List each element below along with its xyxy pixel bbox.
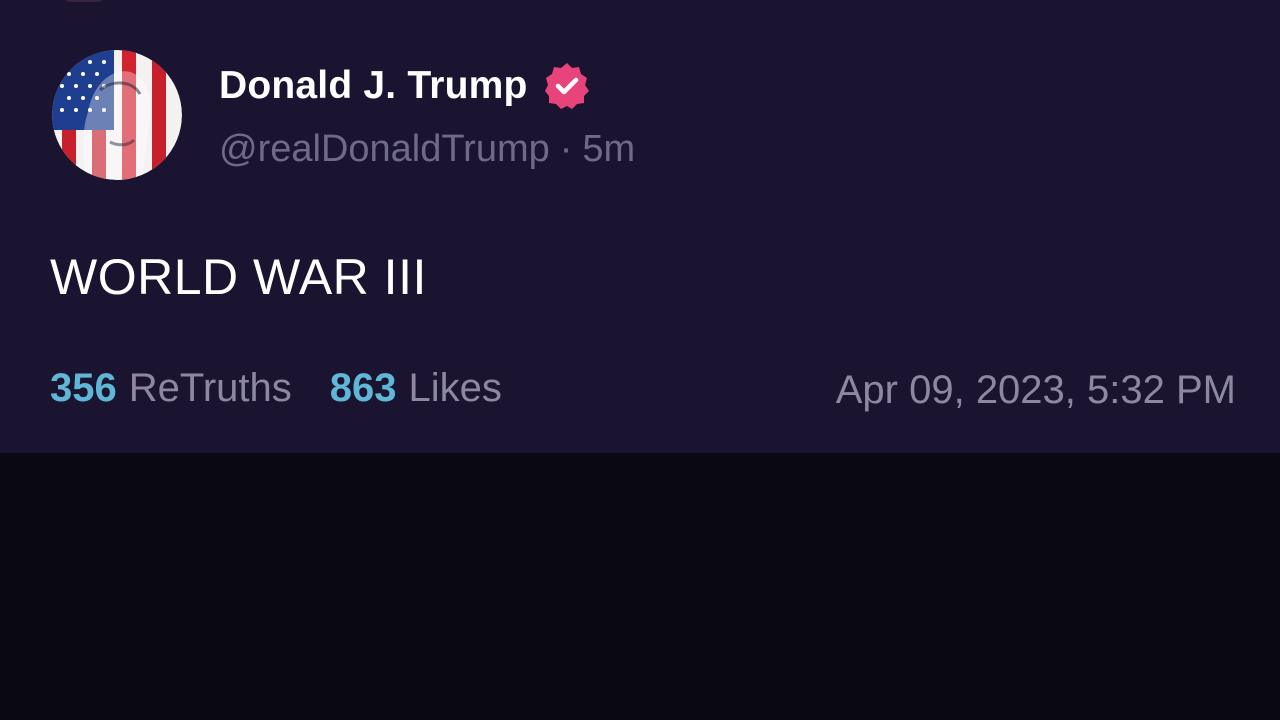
avatar[interactable] — [52, 50, 182, 180]
avatar-flag-portrait-icon — [52, 50, 182, 180]
retruths-count: 356 — [50, 366, 117, 410]
engagement-stats: 356 ReTruths 863 Likes — [50, 366, 502, 411]
name-row: Donald J. Trump — [219, 60, 635, 112]
post-header: Donald J. Trump @realDonaldTrump · 5m — [219, 60, 635, 171]
likes-count: 863 — [329, 366, 397, 410]
post-timestamp: Apr 09, 2023, 5:32 PM — [835, 368, 1236, 412]
meta-row: @realDonaldTrump · 5m — [219, 128, 635, 171]
previous-post-avatar-edge — [58, 0, 110, 2]
verified-badge-icon — [542, 61, 592, 111]
retruths-stat[interactable]: 356 ReTruths — [50, 366, 292, 411]
retruths-label: ReTruths — [128, 366, 292, 410]
post-card: Donald J. Trump @realDonaldTrump · 5m WO… — [0, 0, 1280, 453]
user-handle[interactable]: @realDonaldTrump — [219, 128, 550, 171]
meta-separator: · — [559, 128, 573, 170]
display-name[interactable]: Donald J. Trump — [219, 64, 528, 108]
relative-time: 5m — [582, 128, 636, 170]
likes-stat[interactable]: 863 Likes — [330, 366, 502, 411]
post-body-text: WORLD WAR III — [50, 249, 427, 305]
likes-label: Likes — [408, 366, 502, 410]
